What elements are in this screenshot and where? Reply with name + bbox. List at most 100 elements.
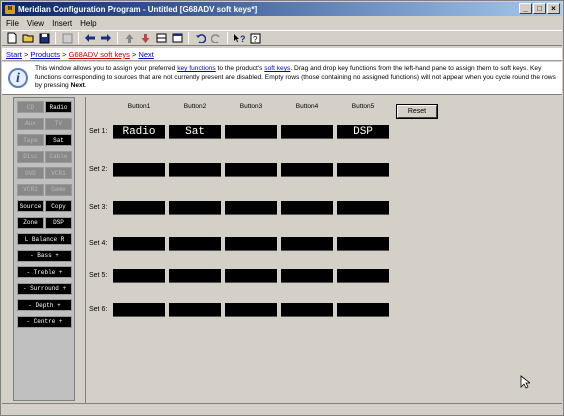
key-function-l-balance-r[interactable]: L Balance R: [17, 233, 72, 245]
back-arrow-icon[interactable]: [83, 32, 97, 45]
row-label: Set 5:: [89, 272, 108, 279]
soft-keys-link[interactable]: soft keys: [264, 65, 290, 72]
key-function-aux[interactable]: Aux: [17, 117, 44, 130]
status-bar: [2, 403, 562, 415]
info-text-part: This window allows you to assign your pr…: [35, 65, 176, 72]
breadcrumb-products[interactable]: Products: [30, 50, 60, 59]
reset-button[interactable]: Reset: [396, 104, 438, 119]
key-function-bass[interactable]: - Bass +: [17, 249, 72, 262]
breadcrumb-start[interactable]: Start: [6, 50, 22, 59]
toolbar-separator: [55, 32, 56, 44]
soft-key-slot[interactable]: [337, 303, 389, 317]
svg-text:?: ?: [253, 35, 258, 44]
upload-icon[interactable]: [122, 32, 136, 45]
key-function-depth[interactable]: - Depth +: [17, 299, 72, 311]
info-icon: i: [8, 68, 28, 88]
soft-key-slot[interactable]: Sat: [169, 125, 221, 139]
key-function-sat[interactable]: Sat: [45, 134, 72, 146]
key-function-source[interactable]: Source: [17, 200, 44, 212]
key-function-game[interactable]: Game: [45, 183, 72, 196]
window-view-icon[interactable]: [170, 32, 184, 45]
title-bar: M Meridian Configuration Program - Untit…: [2, 2, 562, 16]
menu-file[interactable]: File: [6, 19, 19, 28]
soft-key-slot[interactable]: [281, 201, 333, 215]
soft-key-slot[interactable]: [225, 201, 277, 215]
key-function-dsp[interactable]: DSP: [45, 216, 72, 229]
soft-key-slot[interactable]: [169, 163, 221, 177]
soft-key-slot[interactable]: [337, 163, 389, 177]
soft-key-slot[interactable]: [225, 237, 277, 251]
undo-icon[interactable]: [193, 32, 207, 45]
soft-key-slot[interactable]: [281, 303, 333, 317]
breadcrumb-next[interactable]: Next: [138, 50, 153, 59]
soft-key-slot[interactable]: [337, 237, 389, 251]
key-function-centre[interactable]: - Centre +: [17, 315, 72, 328]
menu-view[interactable]: View: [27, 19, 44, 28]
help-icon[interactable]: ?: [248, 32, 262, 45]
info-text: This window allows you to assign your pr…: [35, 65, 557, 91]
soft-key-slot[interactable]: [113, 237, 165, 251]
soft-key-slot[interactable]: [225, 125, 277, 139]
key-function-radio[interactable]: Radio: [45, 101, 72, 113]
toolbar-separator: [117, 32, 118, 44]
redo-icon[interactable]: [209, 32, 223, 45]
soft-key-slot[interactable]: DSP: [337, 125, 389, 139]
menu-help[interactable]: Help: [80, 19, 96, 28]
key-function-vcr1[interactable]: VCR1: [45, 167, 72, 179]
breadcrumb-separator: >: [23, 50, 29, 59]
toolbar-separator: [78, 32, 79, 44]
soft-key-slot[interactable]: [337, 201, 389, 215]
toolbar-separator: [227, 32, 228, 44]
soft-key-slot[interactable]: [169, 303, 221, 317]
key-function-copy[interactable]: Copy: [45, 200, 72, 212]
soft-key-slot[interactable]: [113, 163, 165, 177]
column-header: Button2: [183, 103, 207, 110]
soft-key-slot[interactable]: [225, 163, 277, 177]
close-button[interactable]: ×: [547, 3, 560, 14]
key-function-treble[interactable]: - Treble +: [17, 266, 72, 278]
soft-key-slot[interactable]: [281, 269, 333, 283]
soft-key-slot[interactable]: [113, 303, 165, 317]
soft-key-slot[interactable]: [113, 269, 165, 283]
breadcrumb-separator: >: [62, 50, 67, 59]
key-function-vcr2[interactable]: VCR2: [17, 183, 44, 196]
key-function-cd[interactable]: CD: [17, 101, 44, 113]
soft-key-slot[interactable]: [281, 125, 333, 139]
info-panel: i This window allows you to assign your …: [2, 62, 562, 95]
key-function-zone[interactable]: Zone: [17, 216, 44, 229]
context-help-icon[interactable]: ?: [232, 32, 246, 45]
info-text-part: .: [84, 82, 87, 89]
new-file-icon[interactable]: [5, 32, 19, 45]
properties-icon[interactable]: [60, 32, 74, 45]
row-label: Set 3:: [89, 204, 108, 211]
soft-key-slot[interactable]: [169, 269, 221, 283]
soft-key-slot[interactable]: [337, 269, 389, 283]
key-function-cable[interactable]: Cable: [45, 150, 72, 163]
minimize-button[interactable]: _: [519, 3, 532, 14]
open-folder-icon[interactable]: [21, 32, 35, 45]
grid-view-icon[interactable]: [154, 32, 168, 45]
soft-key-slot[interactable]: [225, 269, 277, 283]
forward-arrow-icon[interactable]: [99, 32, 113, 45]
key-function-tv[interactable]: TV: [45, 117, 72, 130]
soft-key-slot[interactable]: Radio: [113, 125, 165, 139]
soft-key-slot[interactable]: [225, 303, 277, 317]
key-function-dvd[interactable]: DVD: [17, 167, 44, 179]
column-header: Button5: [351, 103, 375, 110]
soft-key-slot[interactable]: [169, 201, 221, 215]
maximize-button[interactable]: □: [533, 3, 546, 14]
soft-key-slot[interactable]: [169, 237, 221, 251]
next-keyword: Next: [70, 82, 85, 89]
soft-key-slot[interactable]: [113, 201, 165, 215]
key-function-disc[interactable]: Disc: [17, 150, 44, 163]
download-icon[interactable]: [138, 32, 152, 45]
breadcrumb-current[interactable]: G68ADV soft keys: [69, 50, 130, 59]
key-function-tape[interactable]: Tape: [17, 134, 44, 146]
save-icon[interactable]: [37, 32, 51, 45]
key-function-surround[interactable]: - Surround +: [17, 282, 72, 295]
soft-key-slot[interactable]: [281, 237, 333, 251]
info-text-part: to the product's: [217, 65, 263, 72]
menu-insert[interactable]: Insert: [52, 19, 72, 28]
key-functions-link[interactable]: key functions: [177, 65, 215, 72]
soft-key-slot[interactable]: [281, 163, 333, 177]
